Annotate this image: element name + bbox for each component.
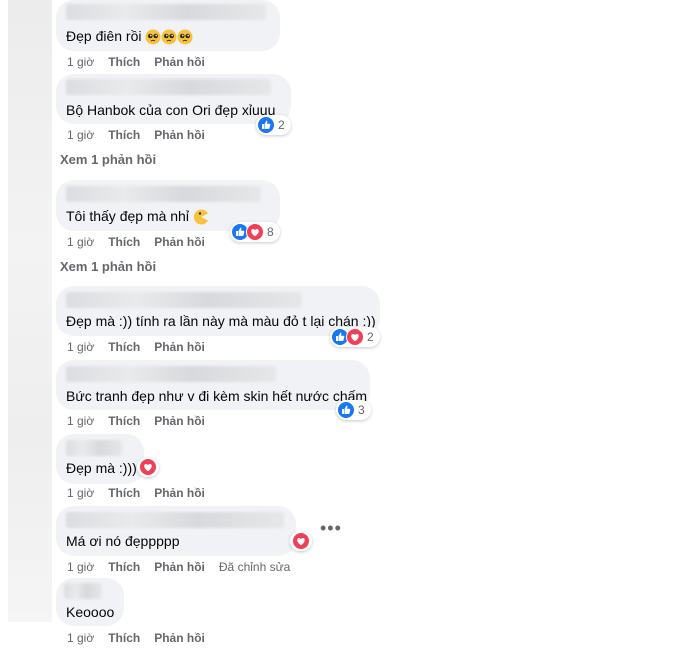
edited-label[interactable]: Đã chỉnh sửa <box>219 560 290 574</box>
more-options-icon[interactable]: ••• <box>320 518 342 539</box>
reaction-summary[interactable]: 2 <box>256 115 291 135</box>
comment-text: Má ơi nó đẹppppp <box>66 533 180 549</box>
commenter-name-blurred <box>66 79 271 95</box>
like-button[interactable]: Thích <box>108 128 140 142</box>
comment-bubble: Keoooo <box>56 578 124 626</box>
comment-text: Đẹp mà :))) <box>66 460 137 476</box>
like-button[interactable]: Thích <box>108 340 140 354</box>
reaction-summary[interactable]: 8 <box>230 222 280 242</box>
comment-time[interactable]: 1 giờ <box>67 340 94 354</box>
reply-button[interactable]: Phản hồi <box>154 55 205 69</box>
love-icon <box>139 458 157 476</box>
comment-bubble: Đẹp điên rồi <box>56 0 280 51</box>
reply-button[interactable]: Phản hồi <box>154 340 205 354</box>
reaction-count: 8 <box>267 225 274 239</box>
like-button[interactable]: Thích <box>108 631 140 645</box>
comment-bubble: Bức tranh đẹp như v đi kèm skin hết nước… <box>56 360 370 410</box>
like-button[interactable]: Thích <box>108 235 140 249</box>
view-replies-link[interactable]: Xem 1 phản hồi <box>60 152 156 167</box>
comment-text: Keoooo <box>66 604 115 620</box>
pleading-face-icon <box>161 29 177 49</box>
comment-actions: 1 giờ Thích Phản hồi <box>67 128 219 142</box>
pacman-sticker-icon <box>193 209 209 229</box>
comment-actions: 1 giờ Thích Phản hồi <box>67 340 219 354</box>
reply-button[interactable]: Phản hồi <box>154 235 205 249</box>
commenter-name-blurred <box>66 292 302 308</box>
reply-button[interactable]: Phản hồi <box>154 560 205 574</box>
reaction-count: 2 <box>278 118 285 132</box>
like-button[interactable]: Thích <box>108 486 140 500</box>
comment-text: Đẹp mà :)) tính ra lần này mà màu đỏ t l… <box>66 313 376 329</box>
reaction-summary[interactable] <box>290 531 312 551</box>
pleading-face-icon <box>145 29 161 49</box>
commenter-name-blurred <box>64 583 102 599</box>
comment-bubble: Má ơi nó đẹppppp <box>56 506 296 556</box>
like-button[interactable]: Thích <box>108 414 140 428</box>
comment-text: Đẹp điên rồi <box>66 28 142 44</box>
view-replies-link[interactable]: Xem 1 phản hồi <box>60 259 156 274</box>
comment-time[interactable]: 1 giờ <box>67 128 94 142</box>
comment-text: Bộ Hanbok của con Ori đẹp xỉuuu <box>66 102 276 118</box>
avatar-column <box>8 0 52 622</box>
pleading-face-icon <box>177 29 193 49</box>
commenter-name-blurred <box>66 4 266 20</box>
commenter-name-blurred <box>66 512 284 528</box>
commenter-name-blurred <box>66 186 261 202</box>
like-button[interactable]: Thích <box>108 55 140 69</box>
like-icon <box>257 116 275 134</box>
reply-button[interactable]: Phản hồi <box>154 631 205 645</box>
comment-text: Bức tranh đẹp như v đi kèm skin hết nước… <box>66 388 368 404</box>
comment-time[interactable]: 1 giờ <box>67 631 94 645</box>
comment-bubble: Bộ Hanbok của con Ori đẹp xỉuuu <box>56 74 291 124</box>
commenter-name-blurred <box>66 366 276 382</box>
comment-text: Tôi thấy đẹp mà nhỉ <box>66 208 189 224</box>
comment-bubble: Đẹp mà :))) <box>56 434 144 484</box>
comment-actions: 1 giờ Thích Phản hồi <box>67 631 219 645</box>
comment-time[interactable]: 1 giờ <box>67 235 94 249</box>
comment-actions: 1 giờ Thích Phản hồi <box>67 235 219 249</box>
reaction-summary[interactable] <box>137 457 159 477</box>
love-icon <box>246 223 264 241</box>
reaction-summary[interactable]: 2 <box>330 327 380 347</box>
comment-actions: 1 giờ Thích Phản hồi <box>67 55 219 69</box>
reaction-count: 3 <box>358 403 365 417</box>
comment-time[interactable]: 1 giờ <box>67 560 94 574</box>
reply-button[interactable]: Phản hồi <box>154 128 205 142</box>
comment-time[interactable]: 1 giờ <box>67 414 94 428</box>
comment-actions: 1 giờ Thích Phản hồi <box>67 486 219 500</box>
like-icon <box>337 401 355 419</box>
comment-actions: 1 giờ Thích Phản hồi Đã chỉnh sửa <box>67 560 304 574</box>
love-icon <box>346 328 364 346</box>
reply-button[interactable]: Phản hồi <box>154 414 205 428</box>
comment-time[interactable]: 1 giờ <box>67 486 94 500</box>
like-button[interactable]: Thích <box>108 560 140 574</box>
comment-time[interactable]: 1 giờ <box>67 55 94 69</box>
love-icon <box>292 532 310 550</box>
reaction-summary[interactable]: 3 <box>336 400 371 420</box>
reaction-count: 2 <box>367 330 374 344</box>
commenter-name-blurred <box>66 440 122 456</box>
reply-button[interactable]: Phản hồi <box>154 486 205 500</box>
comment-actions: 1 giờ Thích Phản hồi <box>67 414 219 428</box>
